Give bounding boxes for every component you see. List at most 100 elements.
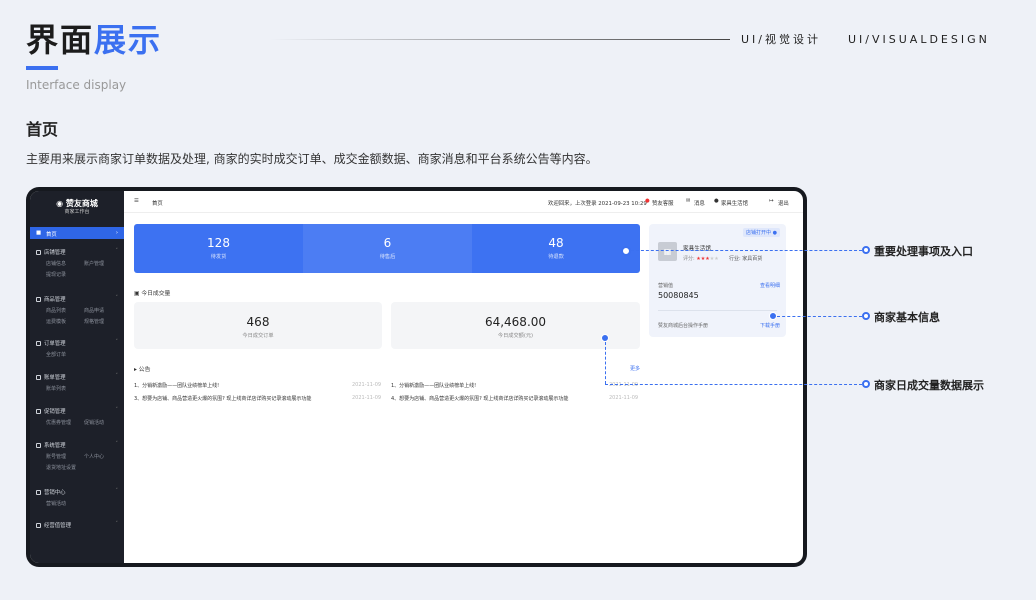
logout-icon: ↦ bbox=[769, 198, 774, 204]
top-bar: ☰ 首页 欢迎回来，上次登录 2021-09-23 10:29 ● 赞友客服 ✉… bbox=[124, 191, 803, 213]
breadcrumb: 首页 bbox=[152, 201, 163, 207]
sidebar-section-5[interactable]: 系统管理 bbox=[36, 441, 66, 449]
today-amount-card: 64,468.00 今日成交额(元) bbox=[391, 302, 640, 349]
section-icon bbox=[36, 341, 41, 346]
logo-icon: ◉ bbox=[56, 199, 64, 208]
shop-rating: 评分: ★★★★★ bbox=[683, 256, 719, 262]
app-screen: ◉ 赞友商城 商家工作台 ■ 首页 › 店铺管理 ˅ 店铺信息 账户管理 提现记录 商品管… bbox=[30, 191, 803, 563]
chevron-down-icon: ˅ bbox=[115, 339, 119, 345]
shop-industry: 行业: 家具百货 bbox=[729, 256, 763, 262]
sidebar-subitem[interactable]: 个人中心 bbox=[84, 453, 104, 460]
sidebar-section-4[interactable]: 促销管理 bbox=[36, 407, 66, 415]
sidebar: ◉ 赞友商城 商家工作台 ■ 首页 › 店铺管理 ˅ 店铺信息 账户管理 提现记录 商品管… bbox=[30, 191, 124, 563]
sidebar-subitem[interactable]: 退货地址设置 bbox=[46, 464, 76, 471]
sidebar-subitem[interactable]: 账单列表 bbox=[46, 385, 66, 392]
chart-icon: ▣ bbox=[134, 291, 140, 297]
sidebar-subitem[interactable]: 商品列表 bbox=[46, 307, 66, 314]
pending-stats-bar: 128 待发货 6 待售后 48 待退款 bbox=[134, 224, 640, 273]
sidebar-subitem[interactable]: 全部订单 bbox=[46, 351, 66, 358]
stat-pending-refund[interactable]: 48 待退款 bbox=[472, 224, 640, 273]
message-icon: ✉ bbox=[686, 198, 691, 204]
section-icon bbox=[36, 490, 41, 495]
title-underline bbox=[26, 66, 58, 70]
sidebar-section-3[interactable]: 账单管理 bbox=[36, 373, 66, 381]
service-link[interactable]: 赞友客服 bbox=[652, 199, 674, 207]
today-orders-card: 468 今日成交订单 bbox=[134, 302, 382, 349]
sidebar-subitem[interactable]: 账户管理 bbox=[84, 260, 104, 267]
sidebar-subitem[interactable]: 提现记录 bbox=[46, 271, 66, 278]
sidebar-subitem[interactable]: 商品申请 bbox=[84, 307, 104, 314]
annotation-end-1 bbox=[862, 246, 870, 254]
shop-name-top[interactable]: 家具生活馆 bbox=[721, 199, 748, 207]
annotation-label-3: 商家日成交量数据展示 bbox=[874, 379, 984, 392]
sidebar-section-1[interactable]: 商品管理 bbox=[36, 295, 66, 303]
section-icon bbox=[36, 375, 41, 380]
sidebar-subitem[interactable]: 促销活动 bbox=[84, 419, 104, 426]
annotation-line-3 bbox=[605, 384, 862, 385]
chevron-down-icon: ˅ bbox=[115, 295, 119, 301]
sidebar-subitem[interactable]: 账号管理 bbox=[46, 453, 66, 460]
today-section-title: ▣ 今日成交量 bbox=[134, 291, 171, 297]
annotation-line-1 bbox=[631, 250, 862, 251]
notice-item[interactable]: 1、分销新激励——团队业绩榜单上线! bbox=[134, 382, 381, 389]
messages-link[interactable]: 消息 bbox=[694, 199, 705, 207]
sidebar-subitem[interactable]: 营销活动 bbox=[46, 500, 66, 507]
annotation-marker-3 bbox=[601, 334, 609, 342]
annotation-label-1: 重要处理事项及入口 bbox=[874, 245, 973, 258]
toggle-icon: ● bbox=[772, 230, 777, 236]
section-icon bbox=[36, 250, 41, 255]
sidebar-subitem[interactable]: 运费模板 bbox=[46, 318, 66, 325]
chevron-down-icon: ˅ bbox=[115, 441, 119, 447]
annotation-line-2 bbox=[777, 316, 862, 317]
notice-date: 2021-11-09 bbox=[352, 382, 382, 388]
service-icon: ● bbox=[645, 198, 650, 204]
logout-button[interactable]: 退出 bbox=[778, 199, 789, 207]
sidebar-item-home[interactable]: ■ 首页 › bbox=[30, 227, 124, 239]
megaphone-icon: ▸ bbox=[134, 367, 137, 373]
annotation-marker-1 bbox=[621, 246, 631, 256]
chevron-down-icon: ˅ bbox=[115, 373, 119, 379]
sidebar-section-6[interactable]: 营销中心 bbox=[36, 488, 66, 496]
sidebar-section-7[interactable]: 经营值管理 bbox=[36, 521, 71, 529]
annotation-marker-2 bbox=[769, 312, 777, 320]
balance-detail-link[interactable]: 查看明细 bbox=[760, 282, 780, 289]
sidebar-subitem[interactable]: 店铺信息 bbox=[46, 260, 66, 267]
sidebar-section-0[interactable]: 店铺管理 bbox=[36, 248, 66, 256]
notice-more-link[interactable]: 更多 bbox=[630, 365, 640, 372]
star-icon: ★★★ bbox=[696, 256, 710, 262]
chevron-down-icon: ˅ bbox=[115, 488, 119, 494]
stat-pending-ship[interactable]: 128 待发货 bbox=[134, 224, 303, 273]
notice-title: ▸ 公告 bbox=[134, 367, 151, 373]
section-icon bbox=[36, 409, 41, 414]
notice-date: 2021-11-09 bbox=[609, 382, 639, 388]
home-icon: ■ bbox=[36, 230, 42, 236]
sidebar-subitem[interactable]: 优惠券管理 bbox=[46, 419, 71, 426]
notice-item[interactable]: 4、想要为店铺、商品营造更火爆的氛围? 现上线商详店详购买记录滚动展示功能 bbox=[391, 395, 638, 402]
manual-text: 赞友商城后台操作手册 bbox=[658, 323, 709, 329]
shop-avatar-icon: ▦ bbox=[658, 242, 677, 261]
download-manual-link[interactable]: 下载手册 bbox=[760, 322, 780, 329]
welcome-text: 欢迎回来，上次登录 2021-09-23 10:29 bbox=[548, 201, 647, 207]
menu-icon[interactable]: ☰ bbox=[134, 198, 139, 204]
section-icon bbox=[36, 443, 41, 448]
chevron-down-icon: ˅ bbox=[115, 248, 119, 254]
shop-avatar: ● bbox=[714, 198, 719, 204]
annotation-line-3-vertical bbox=[605, 342, 606, 384]
panel-divider bbox=[658, 310, 777, 311]
annotation-end-3 bbox=[862, 380, 870, 388]
chevron-icon: › bbox=[115, 230, 118, 236]
notice-item[interactable]: 3、想要为店铺、商品营造更火爆的氛围? 现上线商详店详购买记录滚动展示功能 bbox=[134, 395, 381, 402]
chevron-down-icon: ˅ bbox=[115, 521, 119, 527]
stat-pending-aftersale[interactable]: 6 待售后 bbox=[303, 224, 472, 273]
page-subtitle: Interface display bbox=[26, 78, 127, 92]
notice-item[interactable]: 1、分销新激励——团队业绩榜单上线! bbox=[391, 382, 638, 389]
shop-status-toggle[interactable]: 店铺打开中 ● bbox=[743, 228, 780, 237]
sidebar-subitem[interactable]: 规格管理 bbox=[84, 318, 104, 325]
sidebar-section-2[interactable]: 订单管理 bbox=[36, 339, 66, 347]
header-divider bbox=[270, 39, 730, 40]
section-description: 主要用来展示商家订单数据及处理, 商家的实时成交订单、成交金额数据、商家消息和平… bbox=[26, 152, 598, 166]
section-title: 首页 bbox=[26, 120, 59, 139]
header-right-en: UI/VISUALDESIGN bbox=[848, 33, 990, 46]
annotation-end-2 bbox=[862, 312, 870, 320]
notice-date: 2021-11-09 bbox=[352, 395, 382, 401]
